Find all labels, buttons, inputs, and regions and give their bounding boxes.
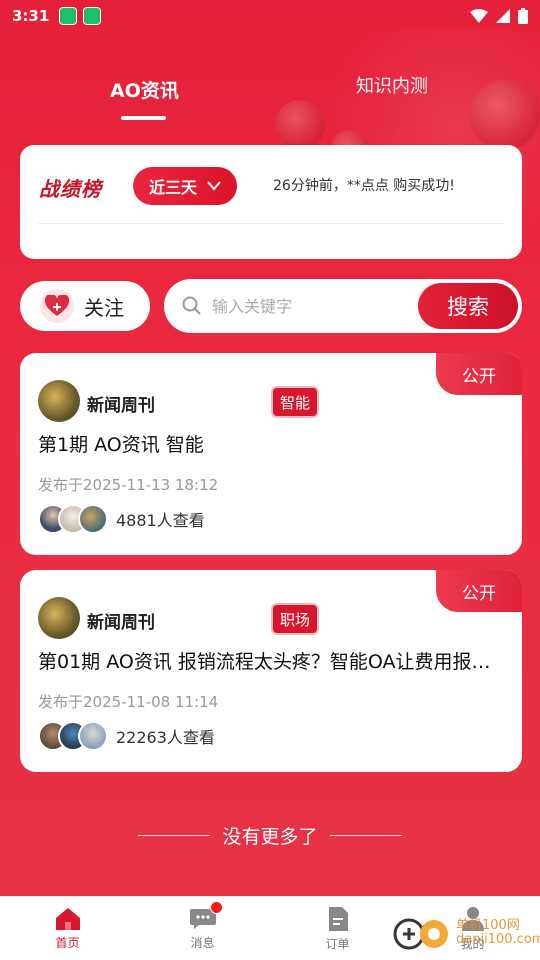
chevron-down-icon	[207, 181, 221, 191]
viewer-avatar	[78, 721, 108, 751]
unread-dot	[210, 901, 223, 914]
follow-label: 关注	[84, 295, 124, 320]
divider	[38, 223, 504, 224]
viewer-count: 4881人查看	[116, 511, 205, 530]
app-notification-icon	[83, 7, 102, 25]
active-tab-indicator	[121, 116, 166, 120]
heart-plus-icon	[40, 289, 74, 323]
end-of-list: 没有更多了	[0, 822, 540, 849]
nav-label: 订单	[325, 936, 350, 951]
home-icon	[55, 907, 80, 930]
wifi-icon	[470, 9, 488, 23]
leaderboard-title: 战绩榜	[39, 177, 102, 201]
author-name: 新闻周刊	[87, 396, 155, 416]
signal-icon	[496, 9, 510, 23]
follow-button[interactable]: 关注	[20, 281, 150, 331]
article-card[interactable]: 公开 新闻周刊 智能 第1期 AO资讯 智能 发布于2025-11-13 18:…	[20, 353, 522, 555]
viewers-row: 4881人查看	[38, 504, 205, 534]
search-bar: 搜索	[164, 279, 522, 333]
filter-label: 近三天	[148, 178, 197, 197]
no-more-text: 没有更多了	[222, 826, 318, 848]
search-button[interactable]: 搜索	[418, 283, 518, 329]
app-notification-icon	[59, 7, 78, 25]
viewers-row: 22263人查看	[38, 721, 215, 751]
category-badge: 智能	[271, 386, 320, 418]
article-date: 发布于2025-11-08 11:14	[38, 693, 219, 711]
search-icon	[182, 296, 201, 315]
leaderboard-card: 战绩榜 近三天 26分钟前，**点点 购买成功!	[20, 145, 522, 259]
order-icon	[328, 906, 348, 931]
author-avatar	[38, 380, 80, 422]
nav-label: 消息	[190, 935, 215, 950]
viewer-count: 22263人查看	[116, 728, 215, 747]
category-badge: 职场	[271, 603, 320, 635]
status-bar: 3:31	[0, 0, 540, 32]
divider	[138, 835, 211, 836]
watermark-url: danji100.com	[456, 932, 540, 947]
nav-orders[interactable]: 订单	[270, 897, 405, 960]
watermark-logo	[392, 916, 452, 950]
purchase-ticker: 26分钟前，**点点 购买成功!	[273, 178, 455, 194]
article-date: 发布于2025-11-13 18:12	[38, 476, 219, 494]
status-time: 3:31	[12, 7, 50, 25]
article-title: 第1期 AO资讯 智能	[38, 434, 204, 456]
tab-ao-news[interactable]: AO资讯	[110, 76, 179, 103]
public-tag: 公开	[436, 570, 522, 612]
status-icons	[470, 8, 528, 24]
battery-icon	[518, 8, 528, 24]
public-tag: 公开	[436, 353, 522, 395]
top-tabs: AO资讯 知识内测	[0, 68, 540, 128]
viewer-avatar	[78, 504, 108, 534]
leaderboard-filter-dropdown[interactable]: 近三天	[133, 167, 237, 205]
divider	[329, 835, 402, 836]
tab-knowledge-beta[interactable]: 知识内测	[356, 72, 428, 98]
author-name: 新闻周刊	[87, 613, 155, 633]
article-card[interactable]: 公开 新闻周刊 职场 第01期 AO资讯 报销流程太头疼？智能OA让费用报销更轻…	[20, 570, 522, 772]
nav-label: 首页	[55, 935, 80, 950]
watermark-text: 单机100网	[456, 917, 520, 933]
author-avatar	[38, 597, 80, 639]
watermark: 单机100网 danji100.com	[392, 916, 540, 950]
search-input[interactable]	[212, 296, 402, 316]
nav-messages[interactable]: 消息	[135, 897, 270, 960]
article-title: 第01期 AO资讯 报销流程太头疼？智能OA让费用报销更轻松	[38, 651, 508, 673]
nav-home[interactable]: 首页	[0, 897, 135, 960]
